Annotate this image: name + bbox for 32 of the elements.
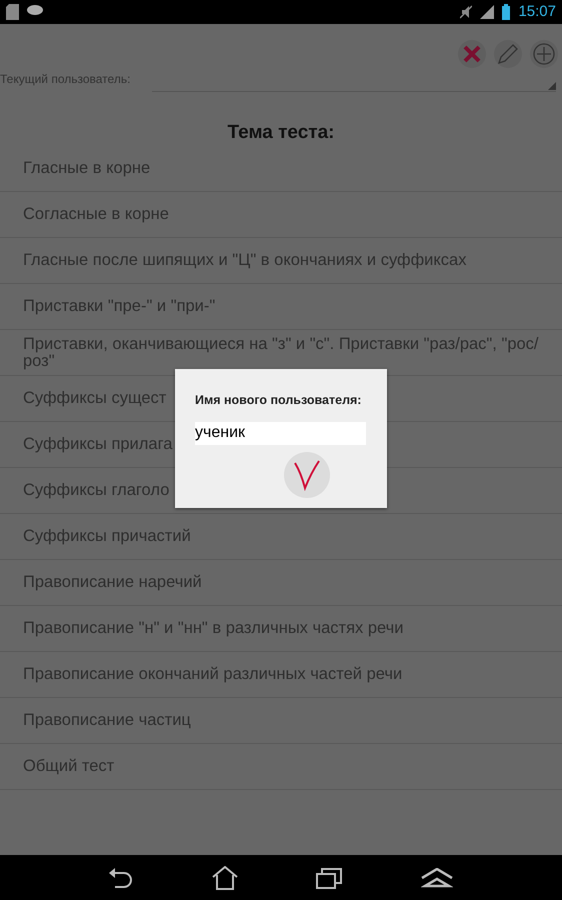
confirm-button[interactable] (284, 452, 330, 498)
dialog-label: Имя нового пользователя: (195, 392, 362, 409)
battery-icon (502, 4, 510, 20)
dropdown-arrow-icon (548, 82, 556, 90)
pencil-icon (497, 43, 519, 65)
list-title: Тема теста: (227, 122, 334, 143)
topic-item[interactable]: Суффиксы сущест (23, 390, 166, 407)
topic-item[interactable]: Согласные в корне (23, 206, 169, 223)
plus-icon (532, 42, 556, 66)
back-icon[interactable] (109, 866, 134, 888)
recent-apps-icon[interactable] (316, 866, 342, 888)
topic-item[interactable]: Приставки, оканчивающиеся на "з" и "с". Приставки "раз/рас", "рос/роз" (23, 336, 562, 370)
signal-icon (480, 5, 494, 19)
topic-item[interactable]: Правописание частиц (23, 712, 191, 729)
check-icon (293, 458, 321, 491)
name-input[interactable]: ученик (195, 422, 366, 445)
topic-item[interactable]: Правописание "н" и "нн" в различных частях речи (23, 620, 404, 637)
home-icon[interactable] (212, 866, 238, 890)
menu-up-icon[interactable] (420, 868, 453, 888)
topic-item[interactable]: Гласные после шипящих и "Ц" в окончаниях и суффиксах (23, 252, 466, 269)
topic-item[interactable]: Суффиксы прилага (23, 436, 172, 453)
topic-item[interactable]: Приставки "пре-" и "при-" (23, 298, 216, 315)
topic-item[interactable]: Правописание окончаний различных частей речи (23, 666, 402, 683)
topic-item[interactable]: Суффиксы причастий (23, 528, 191, 545)
close-icon (463, 45, 481, 63)
mute-icon (460, 5, 472, 19)
clock: 15:07 (518, 2, 556, 22)
sd-card-icon (6, 4, 19, 20)
topic-item[interactable]: Суффиксы глаголо (23, 482, 170, 499)
topic-item[interactable]: Правописание наречий (23, 574, 202, 591)
topic-item[interactable]: Гласные в корне (23, 160, 150, 177)
topic-item[interactable]: Общий тест (23, 758, 114, 775)
